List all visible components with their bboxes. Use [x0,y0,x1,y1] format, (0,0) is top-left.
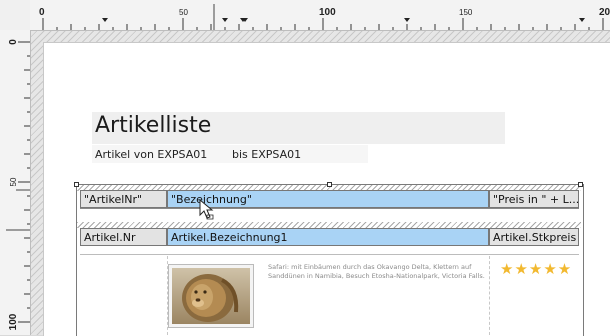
header-row-divider [80,208,579,209]
ruler-label: 0 [8,39,19,45]
tab-marker-icon[interactable] [222,18,228,22]
rating-stars-icon: ★★★★★ [500,261,573,278]
tab-marker-icon[interactable] [579,18,585,22]
field-row-divider [80,254,579,255]
field-cell-nr[interactable]: Artikel.Nr [80,228,167,246]
selection-handle[interactable] [74,182,79,187]
ruler-label: 50 [179,8,188,17]
lion-photo-icon[interactable] [168,264,254,328]
header-cell-artikelnr[interactable]: "ArtikelNr" [80,190,167,208]
field-cell-stkpreis[interactable]: Artikel.Stkpreis [489,228,579,246]
mouse-cursor-icon [199,199,214,220]
tab-marker-icon[interactable] [404,18,410,22]
ruler-label: 50 [9,177,18,186]
subtitle-from: Artikel von EXPSA01 [95,148,208,161]
detail-column-guide [489,256,490,335]
ruler-label: 150 [459,8,473,17]
horizontal-ruler[interactable]: 0 50 100 150 200 [30,0,610,31]
ruler-label: 200 [599,7,610,18]
ruler-label: 100 [319,7,336,18]
ruler-label: 100 [8,313,19,330]
ruler-label: 0 [39,7,45,18]
header-cell-preis[interactable]: "Preis in " + L... [489,190,579,208]
selection-handle[interactable] [327,182,332,187]
subtitle-to: bis EXPSA01 [232,148,302,161]
vertical-ruler[interactable]: 0 50 100 [0,30,31,335]
selection-handle[interactable] [578,182,583,187]
field-cell-bezeichnung[interactable]: Artikel.Bezeichnung1 [167,228,489,246]
ruler-corner [0,0,31,31]
tab-marker-icon[interactable] [102,18,108,22]
detail-description: Safari: mit Einbäumen durch das Okavango… [268,263,485,280]
report-title: Artikelliste [95,113,212,138]
